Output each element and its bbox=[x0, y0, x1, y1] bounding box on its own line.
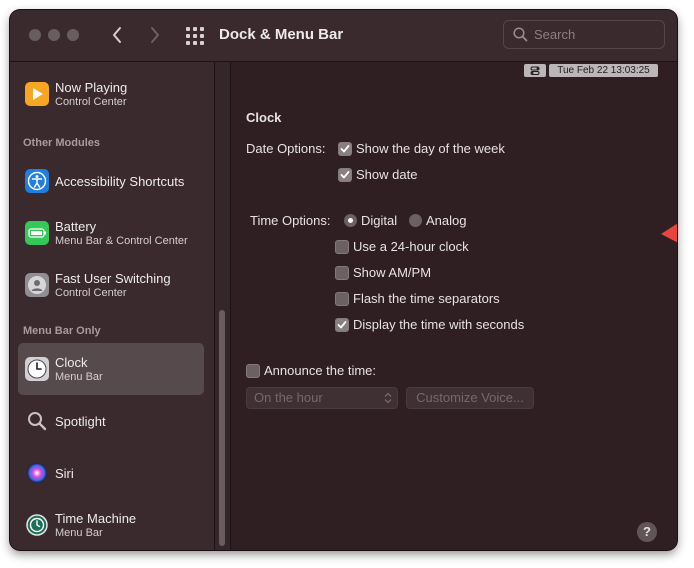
sidebar-item-sublabel: Menu Bar bbox=[55, 371, 103, 383]
analog-radio[interactable] bbox=[409, 214, 422, 227]
display-seconds-label: Display the time with seconds bbox=[353, 317, 525, 332]
search-icon bbox=[513, 27, 528, 42]
help-button[interactable]: ? bbox=[637, 522, 657, 542]
sidebar-item-sublabel: Menu Bar & Control Center bbox=[55, 235, 188, 247]
digital-label: Digital bbox=[361, 213, 398, 228]
sidebar-item-label: Accessibility Shortcuts bbox=[55, 174, 185, 189]
announce-time-label: Announce the time: bbox=[264, 363, 377, 378]
preferences-window: Dock & Menu Bar Search Now Playing Contr… bbox=[10, 10, 677, 550]
forward-button[interactable] bbox=[142, 23, 166, 47]
time-options-label: Time Options: bbox=[250, 213, 331, 228]
updown-chevron-icon bbox=[384, 392, 392, 404]
show-am-pm-label: Show AM/PM bbox=[353, 265, 432, 280]
analog-label: Analog bbox=[426, 213, 467, 228]
digital-radio[interactable] bbox=[344, 214, 357, 227]
sidebar-item-label: Time Machine bbox=[55, 511, 137, 526]
scrollbar-thumb[interactable] bbox=[219, 310, 225, 546]
menu-bar-preview: Tue Feb 22 13:03:25 bbox=[524, 64, 664, 78]
section-menu-bar-only: Menu Bar Only bbox=[23, 325, 101, 337]
menu-bar-clock-preview: Tue Feb 22 13:03:25 bbox=[549, 64, 658, 77]
control-center-icon bbox=[524, 64, 546, 77]
time-machine-icon bbox=[25, 513, 49, 537]
show-day-of-week-checkbox[interactable] bbox=[338, 142, 352, 156]
back-button[interactable] bbox=[106, 23, 130, 47]
show-am-pm-checkbox[interactable] bbox=[335, 266, 349, 280]
sidebar-item-label: Battery bbox=[55, 219, 97, 234]
show-day-of-week-label: Show the day of the week bbox=[356, 141, 505, 156]
search-placeholder: Search bbox=[534, 27, 576, 42]
now-playing-icon bbox=[25, 82, 49, 106]
siri-icon bbox=[25, 461, 49, 485]
clock-icon bbox=[25, 357, 49, 381]
sidebar-item-clock[interactable]: Clock Menu Bar bbox=[18, 343, 204, 395]
sidebar-item-now-playing[interactable]: Now Playing Control Center bbox=[18, 69, 204, 121]
date-options-label: Date Options: bbox=[246, 141, 326, 156]
checkmark-icon bbox=[340, 171, 350, 179]
accessibility-icon bbox=[25, 169, 49, 193]
chevron-right-icon bbox=[151, 27, 159, 43]
customize-voice-label: Customize Voice... bbox=[416, 390, 524, 405]
section-other-modules: Other Modules bbox=[23, 137, 101, 149]
sidebar-item-label: Siri bbox=[55, 466, 74, 481]
announce-time-checkbox[interactable] bbox=[246, 364, 260, 378]
zoom-window-button[interactable] bbox=[67, 29, 79, 41]
sidebar-item-label: Fast User Switching bbox=[55, 271, 171, 286]
sidebar-item-sublabel: Menu Bar bbox=[55, 527, 103, 539]
checkmark-icon bbox=[337, 321, 347, 329]
show-all-grid-icon[interactable] bbox=[186, 27, 204, 45]
window-title: Dock & Menu Bar bbox=[219, 26, 344, 43]
use-24-hour-label: Use a 24-hour clock bbox=[353, 239, 469, 254]
user-switching-icon bbox=[25, 273, 49, 297]
close-window-button[interactable] bbox=[29, 29, 41, 41]
sidebar: Now Playing Control Center Other Modules… bbox=[10, 62, 215, 550]
sidebar-item-spotlight[interactable]: Spotlight bbox=[18, 395, 204, 447]
battery-icon bbox=[25, 221, 49, 245]
search-field[interactable]: Search bbox=[503, 20, 665, 49]
red-arrow-annotation-icon bbox=[661, 223, 677, 243]
help-icon: ? bbox=[643, 524, 651, 539]
flash-separators-checkbox[interactable] bbox=[335, 292, 349, 306]
flash-separators-label: Flash the time separators bbox=[353, 291, 500, 306]
sidebar-item-time-machine[interactable]: Time Machine Menu Bar bbox=[18, 499, 204, 550]
sidebar-scrollbar[interactable] bbox=[215, 62, 231, 550]
sidebar-item-siri[interactable]: Siri bbox=[18, 447, 204, 499]
sidebar-item-battery[interactable]: Battery Menu Bar & Control Center bbox=[18, 207, 204, 259]
sidebar-item-sublabel: Control Center bbox=[55, 96, 127, 108]
customize-voice-button[interactable]: Customize Voice... bbox=[406, 387, 534, 409]
section-heading: Clock bbox=[246, 110, 282, 125]
chevron-left-icon bbox=[113, 27, 121, 43]
spotlight-icon bbox=[25, 409, 49, 433]
announce-interval-value: On the hour bbox=[254, 390, 323, 405]
sidebar-item-fast-user-switching[interactable]: Fast User Switching Control Center bbox=[18, 259, 204, 311]
sidebar-item-label: Spotlight bbox=[55, 414, 106, 429]
checkmark-icon bbox=[340, 145, 350, 153]
sidebar-item-label: Clock bbox=[55, 355, 88, 370]
sidebar-item-accessibility-shortcuts[interactable]: Accessibility Shortcuts bbox=[18, 155, 204, 207]
minimize-window-button[interactable] bbox=[48, 29, 60, 41]
clock-settings-pane: Tue Feb 22 13:03:25 Clock Date Options: … bbox=[231, 62, 677, 550]
sidebar-item-label: Now Playing bbox=[55, 80, 128, 95]
show-date-label: Show date bbox=[356, 167, 418, 182]
title-bar: Dock & Menu Bar Search bbox=[10, 10, 677, 62]
use-24-hour-checkbox[interactable] bbox=[335, 240, 349, 254]
show-date-checkbox[interactable] bbox=[338, 168, 352, 182]
display-seconds-checkbox[interactable] bbox=[335, 318, 349, 332]
sidebar-item-sublabel: Control Center bbox=[55, 287, 127, 299]
announce-interval-popup[interactable]: On the hour bbox=[246, 387, 398, 409]
